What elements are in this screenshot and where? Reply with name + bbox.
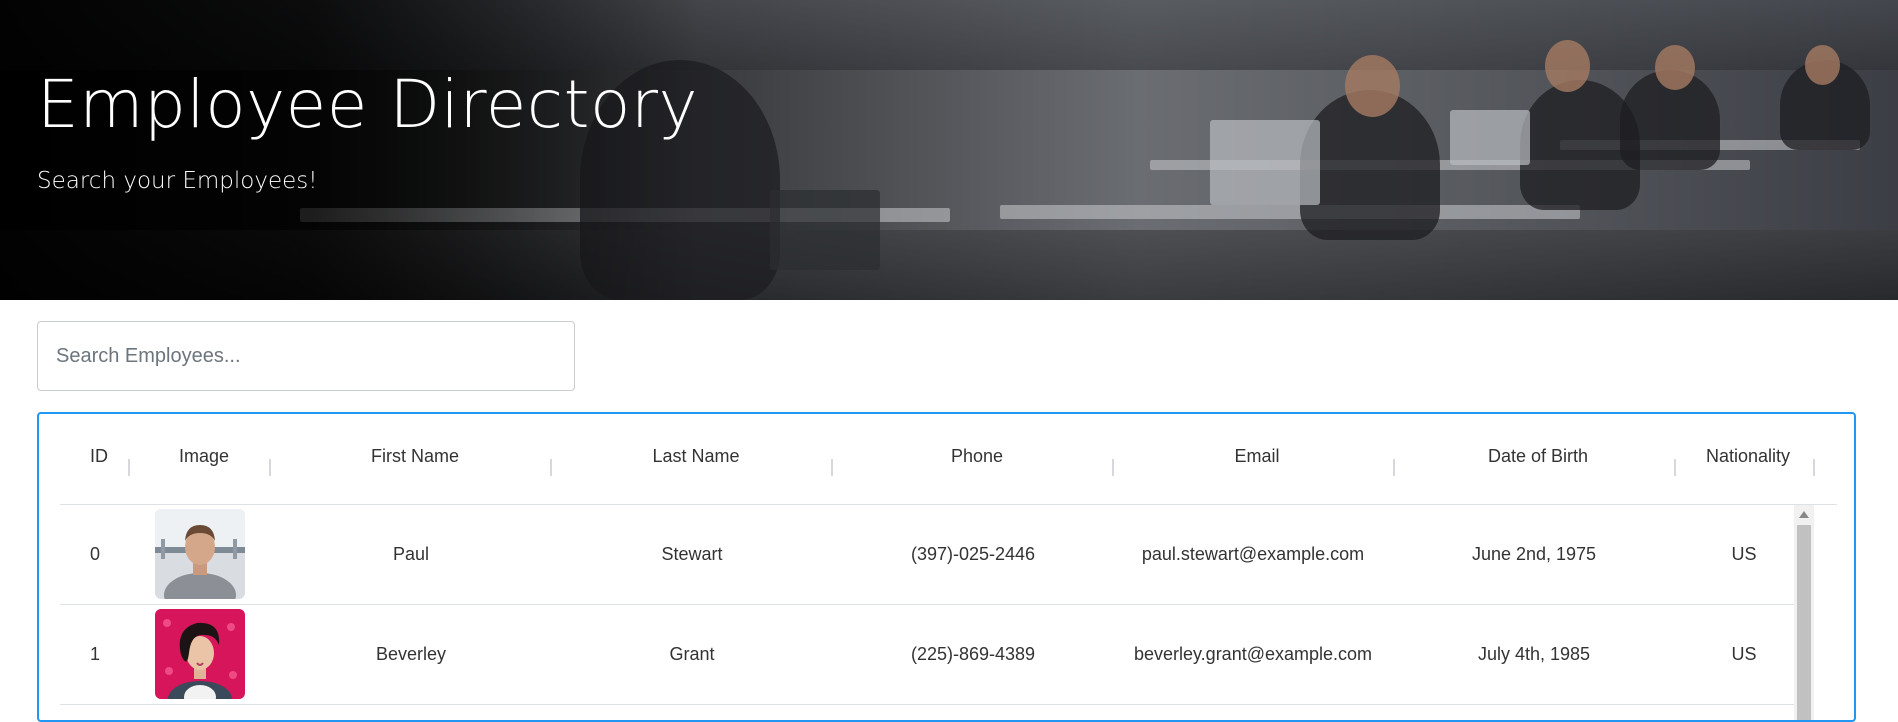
column-resize-handle[interactable] [1674,459,1676,476]
column-header-nationality[interactable]: Nationality [1706,446,1790,467]
column-header-image[interactable]: Image [179,446,229,467]
cell-email[interactable]: paul.stewart@example.com [1142,505,1364,604]
table-scrollbar[interactable] [1794,505,1814,720]
hero-laptop [1210,120,1320,205]
cell-phone: (397)-025-2446 [910,544,1036,564]
hero-head [1655,45,1695,90]
column-header-phone[interactable]: Phone [951,446,1003,467]
hero-head [1545,40,1590,92]
column-resize-handle[interactable] [1813,459,1815,476]
cell-date-of-birth: July 4th, 1985 [1477,644,1591,664]
hero-laptop [770,190,880,270]
avatar-image [155,609,245,699]
search-input[interactable] [37,321,575,391]
column-resize-handle[interactable] [550,459,552,476]
cell-date-of-birth: June 2nd, 1975 [1471,544,1597,564]
table-body: 0 Paul Stewart (397)-025-2446 paul.stewa… [60,505,1837,720]
hero-desk [1000,205,1580,219]
employee-avatar [155,509,245,599]
column-header-date-of-birth[interactable]: Date of Birth [1488,446,1588,467]
cell-nationality: US [1731,544,1757,564]
cell-first-name: Beverley [375,644,447,664]
column-resize-handle[interactable] [1393,459,1395,476]
column-header-id[interactable]: ID [90,446,108,467]
column-resize-handle[interactable] [1112,459,1114,476]
employee-avatar [155,609,245,699]
cell-id: 1 [89,644,101,664]
column-resize-handle[interactable] [128,459,130,476]
cell-phone: (225)-869-4389 [910,644,1036,664]
column-resize-handle[interactable] [831,459,833,476]
table-row[interactable]: 1 Beverley Grant (225)-869-4389 beverley… [60,605,1814,705]
table-header: ID Image First Name Last Name Phone Emai… [60,414,1837,505]
page-subtitle: Search your Employees! [37,168,318,194]
column-header-last-name[interactable]: Last Name [652,446,739,467]
column-header-email[interactable]: Email [1234,446,1279,467]
column-header-first-name[interactable]: First Name [371,446,459,467]
cell-id: 0 [89,544,101,564]
page-title: Employee Directory [37,66,699,143]
column-resize-handle[interactable] [269,459,271,476]
hero-laptop [1450,110,1530,165]
table-row[interactable]: 0 Paul Stewart (397)-025-2446 paul.stewa… [60,505,1814,605]
hero-banner: Employee Directory Search your Employees… [0,0,1898,300]
cell-email[interactable]: beverley.grant@example.com [1134,605,1372,704]
hero-head [1805,45,1840,85]
hero-head [1345,55,1400,117]
cell-nationality: US [1731,644,1757,664]
scroll-up-arrow-icon[interactable] [1799,511,1809,518]
avatar-image [155,509,245,599]
cell-last-name: Stewart [661,544,723,564]
cell-first-name: Paul [392,544,430,564]
hero-shade [0,0,700,300]
cell-last-name: Grant [669,644,715,664]
employee-table: ID Image First Name Last Name Phone Emai… [37,412,1856,722]
scroll-thumb[interactable] [1797,525,1811,720]
